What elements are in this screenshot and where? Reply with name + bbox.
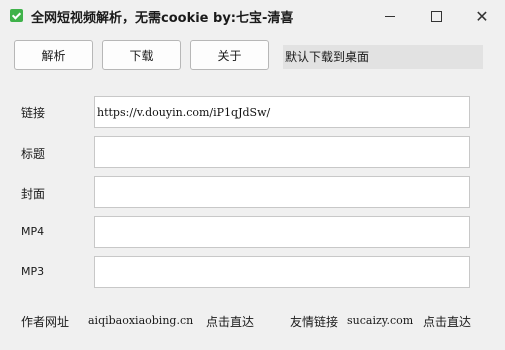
link-label: 链接 xyxy=(21,106,46,120)
title-bar: 全网短视频解析，无需cookie by:七宝-清喜 ✕ xyxy=(0,0,505,32)
author-go-link[interactable]: 点击直达 xyxy=(206,313,254,330)
window-title: 全网短视频解析，无需cookie by:七宝-清喜 xyxy=(31,11,294,26)
about-button[interactable]: 关于 xyxy=(190,40,269,70)
mp4-label: MP4 xyxy=(21,225,45,238)
cover-label: 封面 xyxy=(21,187,46,201)
title-field[interactable] xyxy=(94,136,470,168)
close-button[interactable]: ✕ xyxy=(459,0,505,32)
friend-label: 友情链接 xyxy=(290,315,339,329)
mp3-label: MP3 xyxy=(21,265,45,278)
maximize-icon xyxy=(430,10,442,22)
parse-button[interactable]: 解析 xyxy=(14,40,93,70)
minimize-button[interactable] xyxy=(367,0,413,32)
close-icon: ✕ xyxy=(475,6,489,26)
author-site: aiqibaoxiaobing.cn xyxy=(88,314,194,327)
title-label: 标题 xyxy=(21,147,46,161)
friend-site: sucaizy.com xyxy=(347,314,414,327)
app-window: 全网短视频解析，无需cookie by:七宝-清喜 ✕ 解析 下载 关于 默认下… xyxy=(0,0,505,350)
status-text: 默认下载到桌面 xyxy=(283,45,483,69)
link-input[interactable] xyxy=(94,96,470,128)
minimize-icon xyxy=(385,15,395,17)
friend-go-link[interactable]: 点击直达 xyxy=(423,313,471,330)
download-button[interactable]: 下载 xyxy=(102,40,181,70)
app-icon xyxy=(10,9,23,22)
author-label: 作者网址 xyxy=(21,315,70,329)
maximize-button[interactable] xyxy=(413,0,459,32)
mp3-field[interactable] xyxy=(94,256,470,288)
mp4-field[interactable] xyxy=(94,216,470,248)
cover-field[interactable] xyxy=(94,176,470,208)
